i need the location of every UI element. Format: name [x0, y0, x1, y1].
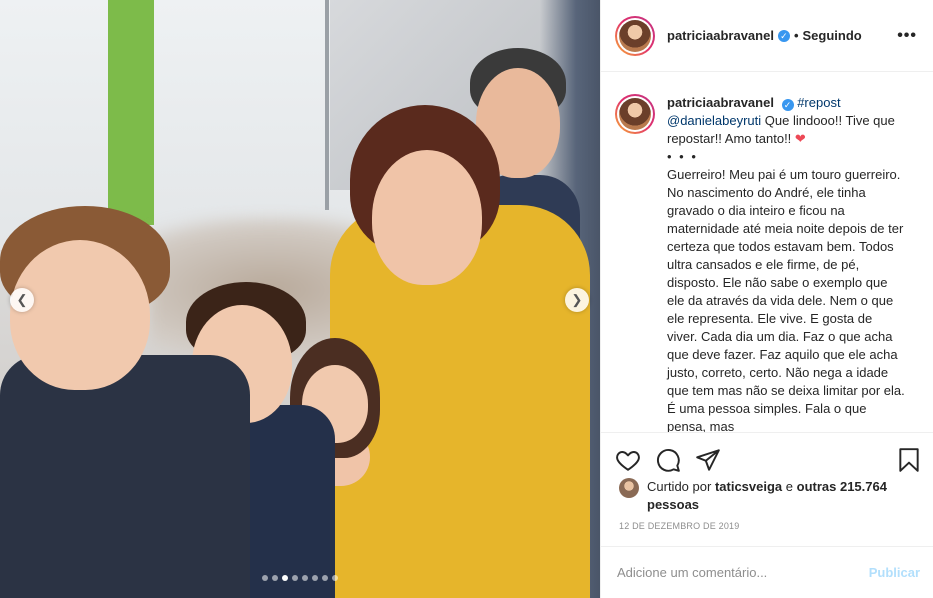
caption-username[interactable]: patriciaabravanel: [667, 95, 774, 110]
liker-username[interactable]: taticsveiga: [715, 479, 782, 494]
save-bookmark-icon[interactable]: [896, 447, 922, 473]
heart-emoji-icon: ❤: [794, 131, 806, 146]
likes-prefix: Curtido por: [647, 479, 712, 494]
caption-avatar-image: [619, 98, 651, 130]
carousel-dot: [302, 575, 308, 581]
photo-green-pole: [108, 0, 154, 225]
photo-older-boy-jacket: [0, 355, 250, 598]
carousel-dot: [312, 575, 318, 581]
photo-older-boy-face: [10, 240, 150, 390]
more-options-icon[interactable]: •••: [897, 27, 917, 45]
caption-body: Guerreiro! Meu pai é um touro guerreiro.…: [667, 167, 905, 432]
photo-woman-face: [372, 150, 482, 285]
carousel-indicator: [0, 569, 600, 584]
carousel-dot: [322, 575, 328, 581]
follow-separator: •: [793, 28, 799, 43]
carousel-next-button[interactable]: ❯: [565, 288, 589, 312]
caption-area: patriciaabravanel ✓ #repost @danielabeyr…: [601, 72, 933, 432]
carousel-dot: [282, 575, 288, 581]
carousel-previous-button[interactable]: ❮: [10, 288, 34, 312]
post-side-panel: patriciaabravanel ✓ • Seguindo ••• patri…: [600, 0, 933, 598]
caption-verified-icon: ✓: [781, 99, 794, 111]
likes-summary: Curtido por taticsveiga e outras 215.764…: [619, 478, 919, 514]
comment-bubble-icon[interactable]: [655, 447, 681, 473]
photo-grey-pole: [325, 0, 329, 210]
verified-badge-icon: ✓: [777, 29, 790, 42]
caption-mention-link[interactable]: @danielabeyruti: [667, 113, 761, 128]
post-date[interactable]: 12 DE DEZEMBRO DE 2019: [619, 521, 739, 531]
post-photo[interactable]: ❮ ❯: [0, 0, 600, 598]
carousel-dot: [262, 575, 268, 581]
carousel-dot: [332, 575, 338, 581]
comment-input[interactable]: [617, 565, 869, 580]
author-avatar[interactable]: [615, 15, 655, 56]
post-actions: [601, 432, 933, 476]
like-heart-icon[interactable]: [615, 447, 641, 473]
post-header: patriciaabravanel ✓ • Seguindo •••: [601, 0, 933, 72]
carousel-dot: [272, 575, 278, 581]
caption-hashtag-link[interactable]: #repost: [797, 95, 840, 110]
likes-connector: e: [785, 479, 793, 494]
author-username[interactable]: patriciaabravanel: [667, 28, 774, 43]
instagram-post: ❮ ❯ patriciaabravanel ✓ • Seguindo ••• p…: [0, 0, 933, 598]
share-paper-plane-icon[interactable]: [695, 447, 721, 473]
carousel-dot: [292, 575, 298, 581]
author-avatar-image: [619, 19, 651, 52]
caption-text: patriciaabravanel ✓ #repost @danielabeyr…: [667, 94, 905, 432]
publish-button[interactable]: Publicar: [869, 565, 920, 580]
caption-author-avatar[interactable]: [615, 94, 655, 134]
comment-form: Publicar: [601, 546, 933, 598]
following-button[interactable]: Seguindo: [803, 28, 862, 43]
liker-avatar[interactable]: [619, 478, 639, 498]
caption-dots: • • •: [667, 149, 698, 164]
